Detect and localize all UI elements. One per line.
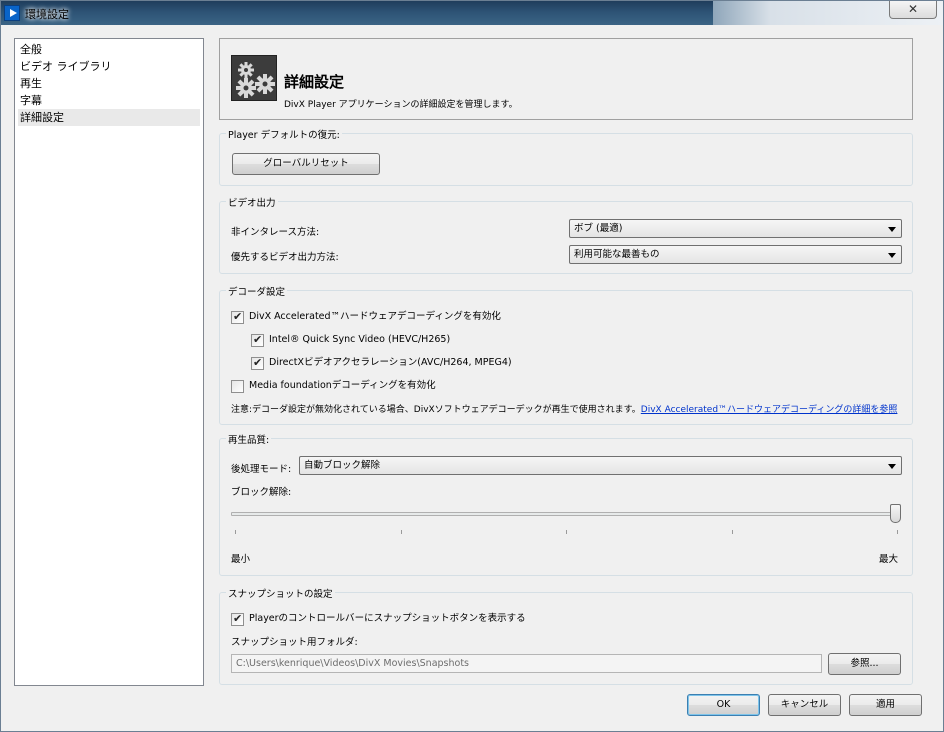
snapshot-button-checkbox[interactable] bbox=[231, 612, 244, 626]
hw-accel-details-link[interactable]: DivX Accelerated™ハードウェアデコーディングの詳細を参照 bbox=[641, 405, 898, 415]
quicksync-option[interactable]: Intel® Quick Sync Video (HEVC/H265) bbox=[251, 333, 551, 347]
directx-option[interactable]: DirectXビデオアクセラレーション(AVC/H264, MPEG4) bbox=[251, 356, 571, 370]
hw-accel-checkbox[interactable] bbox=[231, 310, 244, 324]
gears-icon bbox=[231, 55, 277, 101]
deinterlace-value: ボブ (最適) bbox=[574, 223, 623, 234]
close-icon: ✕ bbox=[907, 2, 919, 16]
sidebar-item-advanced[interactable]: 詳細設定 bbox=[18, 109, 200, 126]
playback-quality-group-label: 再生品質: bbox=[226, 432, 272, 446]
postprocess-select[interactable]: 自動ブロック解除 bbox=[299, 456, 902, 475]
quicksync-checkbox[interactable] bbox=[251, 333, 264, 347]
preferred-output-label: 優先するビデオ出力方法: bbox=[231, 252, 339, 263]
page-description: DivX Player アプリケーションの詳細設定を管理します。 bbox=[284, 100, 518, 110]
category-list[interactable]: 全般 ビデオ ライブラリ 再生 字幕 詳細設定 bbox=[14, 38, 204, 686]
hw-accel-option[interactable]: DivX Accelerated™ハードウェアデコーディングを有効化 bbox=[231, 310, 631, 324]
title-bar[interactable]: 環境設定 bbox=[1, 1, 943, 25]
sidebar-item-subtitles[interactable]: 字幕 bbox=[18, 92, 200, 109]
slider-max-label: 最大 bbox=[879, 554, 899, 565]
directx-checkbox[interactable] bbox=[251, 356, 264, 370]
deinterlace-select[interactable]: ボブ (最適) bbox=[569, 219, 902, 238]
media-foundation-checkbox[interactable] bbox=[231, 380, 244, 393]
sidebar-item-video-library[interactable]: ビデオ ライブラリ bbox=[18, 58, 200, 75]
apply-button[interactable]: 適用 bbox=[849, 694, 922, 716]
deblock-slider-track[interactable] bbox=[231, 512, 901, 516]
quicksync-label: Intel® Quick Sync Video (HEVC/H265) bbox=[269, 334, 451, 345]
decoder-note: 注意:デコーダ設定が無効化されている場合、DivXソフトウェアデコーデックが再生… bbox=[231, 402, 897, 415]
global-reset-button[interactable]: グローバルリセット bbox=[232, 153, 380, 175]
deblock-label: ブロック解除: bbox=[231, 487, 292, 498]
window-title: 環境設定 bbox=[25, 8, 69, 21]
media-foundation-label: Media foundationデコーディングを有効化 bbox=[249, 380, 436, 391]
slider-min-label: 最小 bbox=[231, 554, 251, 565]
postprocess-value: 自動ブロック解除 bbox=[304, 460, 381, 471]
sidebar-item-playback[interactable]: 再生 bbox=[18, 75, 200, 92]
snapshot-folder-field[interactable]: C:\Users\kenrique\Videos\DivX Movies\Sna… bbox=[231, 654, 822, 673]
browse-button[interactable]: 参照... bbox=[828, 653, 901, 675]
slider-tick bbox=[732, 530, 733, 534]
cancel-button[interactable]: キャンセル bbox=[768, 694, 841, 716]
media-foundation-option[interactable]: Media foundationデコーディングを有効化 bbox=[231, 379, 531, 393]
decoder-note-text: 注意:デコーダ設定が無効化されている場合、DivXソフトウェアデコーデックが再生… bbox=[231, 405, 641, 415]
chevron-down-icon bbox=[888, 253, 896, 258]
snapshot-folder-label: スナップショット用フォルダ: bbox=[231, 637, 358, 648]
restore-group-label: Player デフォルトの復元: bbox=[226, 127, 342, 141]
deinterlace-label: 非インタレース方法: bbox=[231, 227, 320, 238]
sidebar-item-general[interactable]: 全般 bbox=[18, 41, 200, 58]
preferred-output-value: 利用可能な最善もの bbox=[574, 249, 660, 260]
postprocess-label: 後処理モード: bbox=[231, 464, 292, 475]
chevron-down-icon bbox=[888, 464, 896, 469]
snapshot-group-label: スナップショットの設定 bbox=[226, 586, 335, 600]
snapshot-button-label: Playerのコントロールバーにスナップショットボタンを表示する bbox=[249, 613, 526, 624]
close-button[interactable]: ✕ bbox=[889, 1, 937, 19]
ok-button[interactable]: OK bbox=[687, 694, 760, 716]
snapshot-button-option[interactable]: Playerのコントロールバーにスナップショットボタンを表示する bbox=[231, 612, 631, 626]
divx-app-icon bbox=[4, 5, 20, 21]
slider-tick bbox=[566, 530, 567, 534]
slider-tick bbox=[235, 530, 236, 534]
decoder-group-label: デコーダ設定 bbox=[226, 284, 288, 298]
chevron-down-icon bbox=[888, 227, 896, 232]
directx-label: DirectXビデオアクセラレーション(AVC/H264, MPEG4) bbox=[269, 357, 512, 368]
header-panel: 詳細設定 DivX Player アプリケーションの詳細設定を管理します。 bbox=[219, 38, 913, 120]
video-output-group-label: ビデオ出力 bbox=[226, 195, 278, 209]
preferred-output-select[interactable]: 利用可能な最善もの bbox=[569, 245, 902, 264]
hw-accel-label: DivX Accelerated™ハードウェアデコーディングを有効化 bbox=[249, 311, 501, 322]
slider-tick bbox=[401, 530, 402, 534]
deblock-slider-thumb[interactable] bbox=[890, 504, 901, 523]
page-title: 詳細設定 bbox=[284, 73, 345, 91]
preferences-window: 環境設定 ✕ 全般 ビデオ ライブラリ 再生 字幕 詳細設定 詳細設定 DivX… bbox=[0, 0, 944, 732]
slider-tick bbox=[897, 530, 898, 534]
